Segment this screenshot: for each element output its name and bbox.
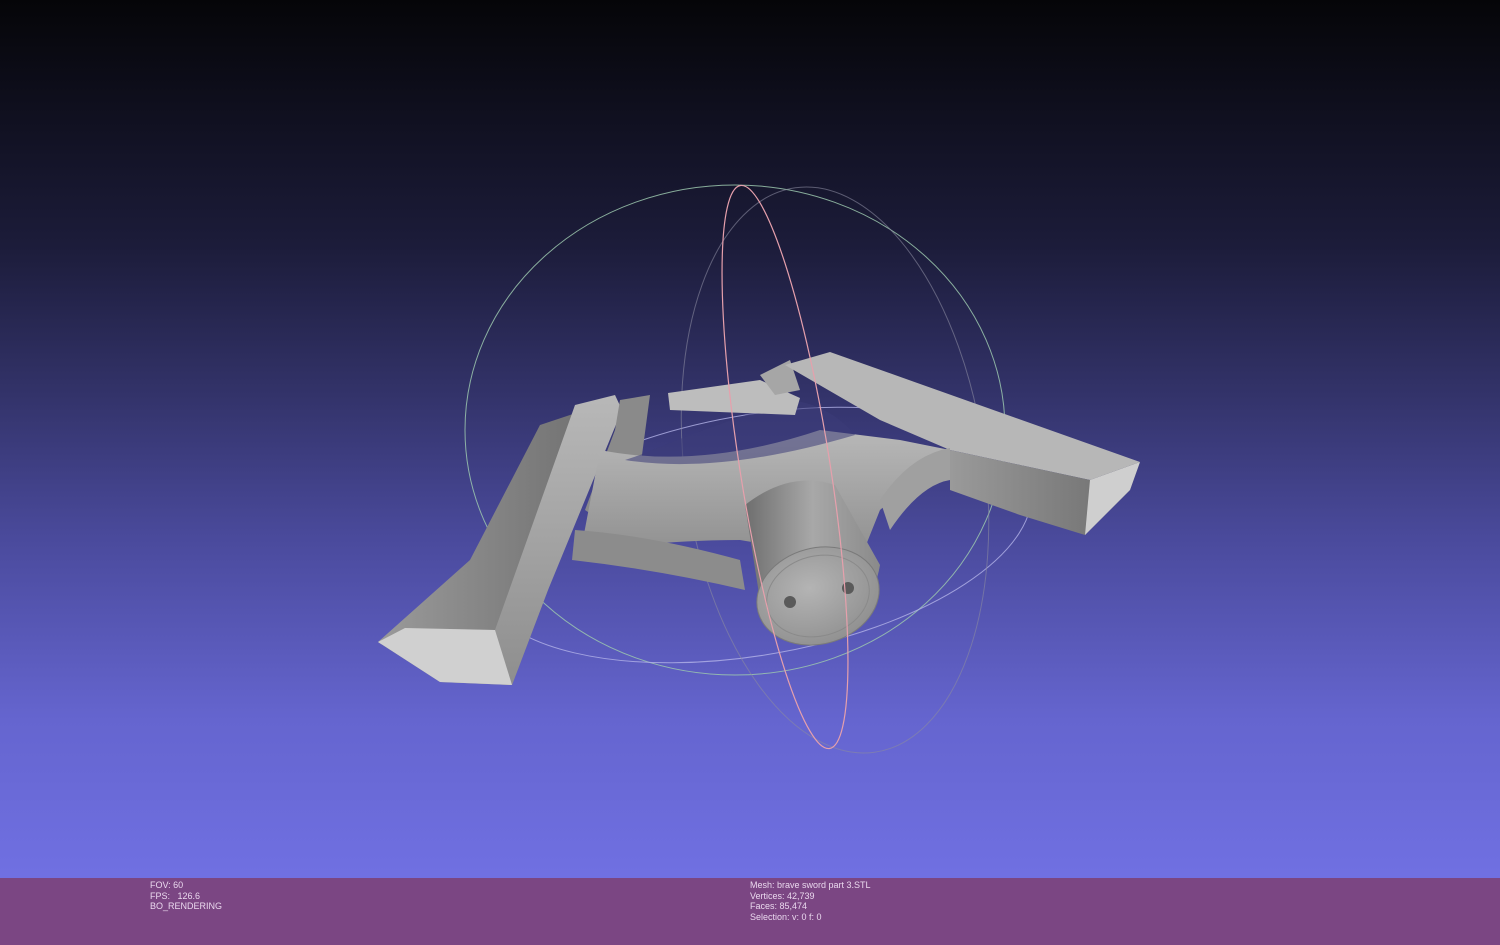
vertices-readout: Vertices: 42,739 <box>750 890 815 901</box>
scene-canvas[interactable] <box>0 0 1500 878</box>
mesh-model[interactable] <box>378 352 1140 685</box>
status-bar: FOV: 60 FPS: 126.6 BO_RENDERING Mesh: br… <box>0 878 1500 945</box>
mesh-name-readout: Mesh: brave sword part 3.STL <box>750 880 871 890</box>
hole-right <box>842 582 854 594</box>
render-mode-readout: BO_RENDERING <box>150 901 223 912</box>
fov-readout: FOV: 60 <box>150 880 184 890</box>
faces-readout: Faces: 85,474 <box>750 901 808 912</box>
render-info: FOV: 60 FPS: 126.6 BO_RENDERING <box>150 880 222 912</box>
hole-left <box>784 596 796 608</box>
selection-readout: Selection: v: 0 f: 0 <box>750 911 822 922</box>
fps-readout: FPS: 126.6 <box>150 890 201 901</box>
3d-viewport[interactable] <box>0 0 1500 878</box>
mesh-info: Mesh: brave sword part 3.STL Vertices: 4… <box>750 880 871 922</box>
left-arm-end-cap <box>378 628 512 685</box>
